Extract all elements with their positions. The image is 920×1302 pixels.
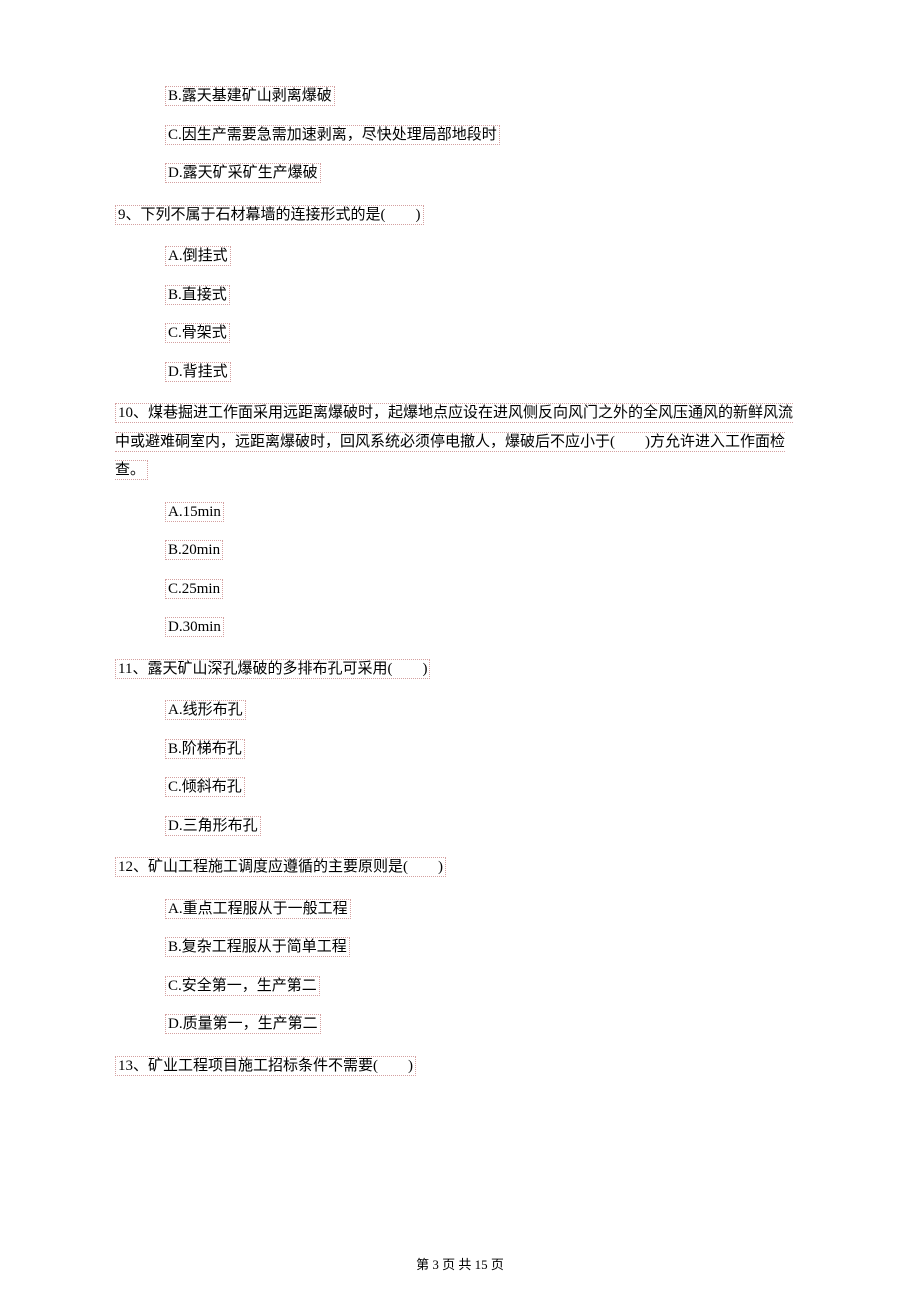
question-12: 12、矿山工程施工调度应遵循的主要原则是( ): [115, 853, 805, 882]
question-stem: 露天矿山深孔爆破的多排布孔可采用( ): [147, 661, 427, 677]
option-row: B.直接式: [115, 284, 805, 307]
option-text: B.复杂工程服从于简单工程: [165, 937, 350, 957]
page-footer: 第 3 页 共 15 页: [0, 1255, 920, 1275]
option-text: D.质量第一，生产第二: [165, 1014, 321, 1034]
option-text: D.三角形布孔: [165, 816, 261, 836]
option-row: D.背挂式: [115, 361, 805, 384]
option-text: D.露天矿采矿生产爆破: [165, 163, 321, 183]
option-row: D.质量第一，生产第二: [115, 1013, 805, 1036]
option-row: B.20min: [115, 539, 805, 562]
question-text: 10、煤巷掘进工作面采用远距离爆破时，起爆地点应设在进风侧反向风门之外的全风压通…: [115, 403, 793, 480]
option-text: C.安全第一，生产第二: [165, 976, 320, 996]
question-stem: 下列不属于石材幕墙的连接形式的是( ): [141, 207, 421, 223]
question-stem: 矿山工程施工调度应遵循的主要原则是( ): [148, 859, 443, 875]
question-number: 9、: [118, 207, 141, 223]
question-number: 11、: [118, 661, 147, 677]
option-text: D.背挂式: [165, 362, 231, 382]
option-row: C.25min: [115, 578, 805, 601]
option-text: B.露天基建矿山剥离爆破: [165, 86, 335, 106]
question-9: 9、下列不属于石材幕墙的连接形式的是( ): [115, 201, 805, 230]
question-13: 13、矿业工程项目施工招标条件不需要( ): [115, 1052, 805, 1081]
option-text: A.重点工程服从于一般工程: [165, 899, 351, 919]
option-row: D.30min: [115, 616, 805, 639]
question-number: 10、: [118, 405, 148, 421]
question-11: 11、露天矿山深孔爆破的多排布孔可采用( ): [115, 655, 805, 684]
question-text: 11、露天矿山深孔爆破的多排布孔可采用( ): [115, 659, 430, 679]
option-row: B.复杂工程服从于简单工程: [115, 936, 805, 959]
question-stem: 煤巷掘进工作面采用远距离爆破时，起爆地点应设在进风侧反向风门之外的全风压通风的新…: [115, 405, 793, 478]
option-row: A.15min: [115, 501, 805, 524]
option-row: C.因生产需要急需加速剥离，尽快处理局部地段时: [115, 124, 805, 147]
option-text: C.因生产需要急需加速剥离，尽快处理局部地段时: [165, 125, 500, 145]
question-number: 12、: [118, 859, 148, 875]
option-text: A.线形布孔: [165, 700, 246, 720]
option-text: C.倾斜布孔: [165, 777, 245, 797]
option-row: A.重点工程服从于一般工程: [115, 898, 805, 921]
pre-options-group: B.露天基建矿山剥离爆破 C.因生产需要急需加速剥离，尽快处理局部地段时 D.露…: [115, 85, 805, 185]
option-row: C.骨架式: [115, 322, 805, 345]
option-text: A.15min: [165, 502, 224, 522]
option-row: B.阶梯布孔: [115, 738, 805, 761]
question-10: 10、煤巷掘进工作面采用远距离爆破时，起爆地点应设在进风侧反向风门之外的全风压通…: [115, 399, 805, 485]
option-text: A.倒挂式: [165, 246, 231, 266]
question-number: 13、: [118, 1058, 148, 1074]
question-stem: 矿业工程项目施工招标条件不需要( ): [148, 1058, 413, 1074]
option-text: B.阶梯布孔: [165, 739, 245, 759]
option-row: D.露天矿采矿生产爆破: [115, 162, 805, 185]
option-row: C.倾斜布孔: [115, 776, 805, 799]
question-text: 9、下列不属于石材幕墙的连接形式的是( ): [115, 205, 424, 225]
option-row: C.安全第一，生产第二: [115, 975, 805, 998]
option-row: A.倒挂式: [115, 245, 805, 268]
option-text: D.30min: [165, 617, 224, 637]
option-text: B.直接式: [165, 285, 230, 305]
option-text: B.20min: [165, 540, 223, 560]
option-text: C.骨架式: [165, 323, 230, 343]
question-text: 13、矿业工程项目施工招标条件不需要( ): [115, 1056, 416, 1076]
option-row: A.线形布孔: [115, 699, 805, 722]
option-row: D.三角形布孔: [115, 815, 805, 838]
option-row: B.露天基建矿山剥离爆破: [115, 85, 805, 108]
option-text: C.25min: [165, 579, 223, 599]
question-text: 12、矿山工程施工调度应遵循的主要原则是( ): [115, 857, 446, 877]
